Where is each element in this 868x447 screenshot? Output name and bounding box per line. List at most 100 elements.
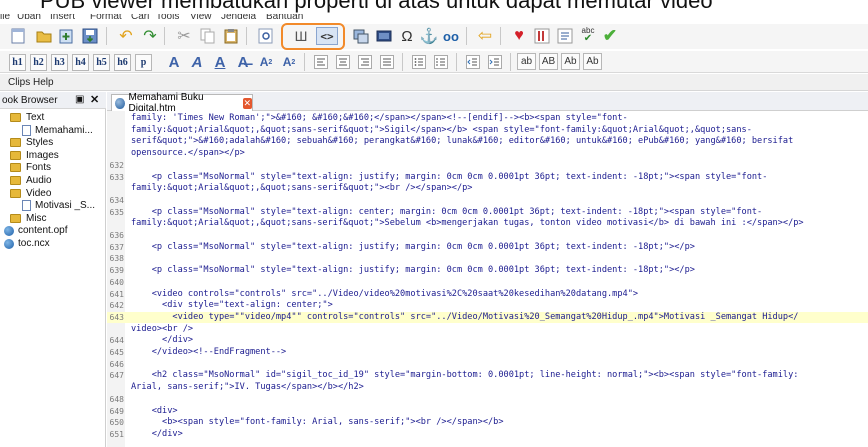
separator — [246, 27, 247, 45]
back-arrow-icon[interactable]: ⇦ — [476, 26, 494, 45]
code-line: 651 </div> — [107, 429, 868, 440]
book-browser-item-label: Audio — [26, 175, 52, 186]
float-panel-icon[interactable]: ▣ — [75, 94, 84, 105]
menu-insert[interactable]: Insert — [50, 14, 75, 22]
redo-icon[interactable]: ↷ — [141, 27, 159, 45]
book-browser-item-label: Motivasi _S... — [35, 200, 96, 212]
globe-icon — [4, 238, 14, 249]
heading-h6-button[interactable]: h6 — [114, 54, 131, 71]
folder-icon — [10, 213, 21, 223]
capitalize-button[interactable]: Ab — [583, 53, 602, 70]
omega-special-char-icon[interactable]: Ω — [398, 27, 416, 45]
book-browser-item[interactable]: Audio — [10, 174, 52, 187]
meta-editor-icon[interactable] — [533, 27, 551, 45]
heading-h1-button[interactable]: h1 — [9, 54, 26, 71]
subscript-icon[interactable]: A2 — [257, 53, 275, 71]
validate-checkmark-icon[interactable]: ✔ — [601, 26, 619, 45]
menu-bantuan[interactable]: Bantuan — [266, 14, 303, 22]
heading-h5-button[interactable]: h5 — [93, 54, 110, 71]
close-panel-icon[interactable]: ✕ — [90, 93, 99, 106]
line-number: 645 — [109, 348, 124, 357]
book-browser-item[interactable]: Misc — [10, 212, 47, 225]
toc-list-icon[interactable] — [556, 27, 574, 45]
line-number: 646 — [109, 359, 124, 369]
cut-icon[interactable]: ✂ — [175, 27, 193, 45]
code-text: <div style="text-align: center;"> — [131, 300, 333, 311]
link-icon[interactable]: oo — [442, 27, 460, 45]
book-browser-item[interactable]: Memahami... — [22, 124, 93, 137]
book-browser-item[interactable]: content.opf — [4, 224, 67, 237]
paragraph-p-button[interactable]: p — [135, 54, 152, 71]
align-left-icon[interactable] — [312, 53, 330, 71]
heading-h3-button[interactable]: h3 — [51, 54, 68, 71]
heart-icon[interactable]: ♥ — [510, 27, 528, 45]
menu-jendela[interactable]: Jendela — [221, 14, 256, 22]
book-browser-item[interactable]: Video — [10, 187, 51, 200]
book-browser-item-label: content.opf — [18, 225, 68, 237]
caption-label: PUB viewer membatukan properti di atas u… — [40, 0, 713, 13]
bullet-list-icon[interactable] — [410, 53, 428, 71]
code-line: 636 — [107, 230, 868, 241]
uppercase-button[interactable]: AB — [539, 53, 558, 70]
save-icon[interactable] — [81, 27, 99, 45]
menu-file[interactable]: ile — [0, 14, 10, 22]
book-browser-item-label: Text — [26, 112, 45, 123]
menu-tools[interactable]: Tools — [156, 14, 179, 22]
clips-panel-header: Clips Help — [0, 74, 868, 91]
bold-a-icon[interactable]: A — [165, 53, 183, 71]
strikethrough-a-icon[interactable]: A̶ — [234, 53, 252, 71]
book-browser-item[interactable]: Images — [10, 149, 59, 162]
heading-h2-button[interactable]: h2 — [30, 54, 47, 71]
book-browser-item-label: Fonts — [26, 162, 52, 174]
superscript-icon[interactable]: A2 — [280, 53, 298, 71]
book-browser-item[interactable]: Motivasi _S... — [22, 199, 95, 212]
preview-icon[interactable] — [257, 27, 275, 45]
new-book-icon[interactable] — [9, 27, 27, 45]
book-browser-item[interactable]: Styles — [10, 136, 53, 149]
line-number: 639 — [109, 266, 124, 276]
code-editor[interactable]: family: 'Times New Roman';">&#160; &#160… — [107, 111, 868, 447]
insert-image-icon[interactable] — [352, 27, 370, 45]
increase-indent-icon[interactable] — [486, 53, 504, 71]
italic-a-icon[interactable]: A — [188, 53, 206, 71]
book-browser-item-label: Misc — [26, 212, 47, 224]
book-browser-item[interactable]: Fonts — [10, 161, 51, 174]
menu-ubah[interactable]: Ubah — [17, 14, 41, 22]
open-folder-icon[interactable] — [35, 27, 53, 45]
book-browser-item-label: Images — [26, 149, 59, 161]
book-browser-item-label: Memahami... — [35, 124, 93, 136]
align-justify-icon[interactable] — [378, 53, 396, 71]
numbered-list-icon[interactable] — [432, 53, 450, 71]
titlecase-button[interactable]: Ab — [561, 53, 580, 70]
line-number: 635 — [109, 207, 124, 217]
editor-tab-bar: Memahami Buku Digital.htm ✕ — [107, 92, 868, 114]
paste-icon[interactable] — [222, 27, 240, 45]
align-center-icon[interactable] — [334, 53, 352, 71]
undo-icon[interactable]: ↶ — [117, 27, 135, 45]
book-browser-item[interactable]: toc.ncx — [4, 237, 50, 250]
line-number: 648 — [109, 394, 124, 404]
code-text: video><br /> — [131, 323, 194, 334]
decrease-indent-icon[interactable] — [464, 53, 482, 71]
menu-view[interactable]: View — [190, 14, 212, 22]
menu-cari[interactable]: Cari — [131, 14, 149, 22]
code-text: Arial, sans-serif;">IV. Tugas</span></b>… — [131, 382, 364, 393]
lowercase-button[interactable]: ab — [517, 53, 536, 70]
menu-format[interactable]: Format — [90, 14, 122, 22]
folder-icon — [10, 150, 21, 160]
code-text: </div> — [131, 428, 183, 439]
insert-media-icon[interactable] — [375, 27, 393, 45]
tab-memahami-buku-digital[interactable]: Memahami Buku Digital.htm ✕ — [111, 92, 253, 114]
underline-a-icon[interactable]: A — [211, 53, 229, 71]
anchor-icon[interactable]: ⚓ — [420, 27, 439, 45]
add-file-icon[interactable] — [58, 27, 76, 45]
heading-h4-button[interactable]: h4 — [72, 54, 89, 71]
code-line: 635 <p class="MsoNormal" style="text-ali… — [107, 207, 868, 218]
align-right-icon[interactable] — [356, 53, 374, 71]
copy-icon[interactable] — [199, 27, 217, 45]
file-icon — [22, 200, 31, 212]
close-tab-icon[interactable]: ✕ — [242, 97, 252, 109]
folder-icon — [10, 163, 21, 173]
spellcheck-icon[interactable]: abc ✔ — [579, 26, 597, 44]
book-browser-item[interactable]: Text — [10, 111, 44, 124]
